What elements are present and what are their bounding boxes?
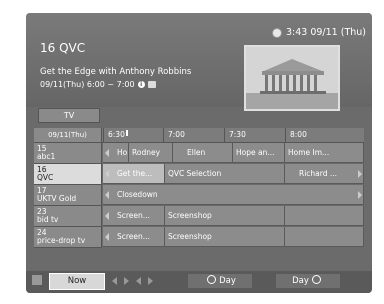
- channel-row: 16 QVC Get the... QVC Selection Richard …: [34, 164, 364, 185]
- channel-name: QVC: [37, 173, 54, 182]
- rotate-right-icon: [311, 275, 321, 284]
- next-day-button[interactable]: Day: [276, 274, 340, 288]
- skip-forward-icon[interactable]: [148, 277, 153, 285]
- clock-icon: [271, 27, 282, 38]
- timeline-date: 09/11(Thu): [34, 128, 102, 142]
- programs: Get the... QVC Selection Richard ...: [103, 164, 364, 185]
- timeline-header: 09/11(Thu) 6:30 7:00 7:30 8:00: [34, 128, 364, 143]
- program-cell-empty[interactable]: [285, 206, 364, 226]
- time-slot: 8:00: [285, 128, 364, 142]
- info-header: 3:43 09/11 (Thu) 16 QVC Get the Edge wit…: [26, 13, 372, 111]
- prev-day-label: Day: [219, 276, 236, 286]
- time-slot: 7:00: [163, 128, 224, 142]
- program-title: Get the Edge with Anthony Robbins: [40, 67, 192, 77]
- tab-tv[interactable]: TV: [38, 108, 100, 123]
- rotate-left-icon: [207, 275, 217, 284]
- program-cell-selected[interactable]: Get the...: [103, 164, 165, 184]
- programs: Closedown: [103, 185, 364, 206]
- program-time-text: 09/11(Thu) 6:00 ~ 7:00: [40, 80, 135, 89]
- channel-cell[interactable]: 16 QVC: [34, 164, 102, 185]
- channel-row: 24 price-drop tv Screen... Screenshop: [34, 227, 364, 248]
- channel-row: 23 bid tv Screen... Screenshop: [34, 206, 364, 227]
- channel-title: 16 QVC: [40, 41, 86, 55]
- program-cell[interactable]: Screen...: [103, 206, 165, 226]
- channel-name: UKTV Gold: [37, 194, 77, 203]
- tv-guide-screen: 3:43 09/11 (Thu) 16 QVC Get the Edge wit…: [26, 13, 372, 293]
- program-cell[interactable]: Ellen: [173, 143, 233, 163]
- parthenon-image: [246, 47, 338, 109]
- info-icon: i: [137, 81, 145, 88]
- play-icon[interactable]: [124, 277, 129, 285]
- programs: Screen... Screenshop: [103, 206, 364, 227]
- channel-cell[interactable]: 23 bid tv: [34, 206, 102, 227]
- channel-cell[interactable]: 24 price-drop tv: [34, 227, 102, 248]
- rewind-icon[interactable]: [112, 277, 117, 285]
- scroll-left-arrow-icon: [105, 191, 109, 199]
- program-cell[interactable]: Closedown: [103, 185, 364, 205]
- program-cell-empty[interactable]: [285, 227, 364, 247]
- programs: Ho... Rodney Ellen Hope an... Home Im...: [103, 143, 364, 164]
- footer-controls: Now Day Day: [26, 271, 372, 293]
- program-cell[interactable]: Screen...: [103, 227, 165, 247]
- skip-back-icon[interactable]: [136, 277, 141, 285]
- program-cell[interactable]: Rodney: [129, 143, 173, 163]
- now-button[interactable]: Now: [49, 273, 105, 290]
- program-cell[interactable]: Screenshop: [165, 206, 285, 226]
- scroll-right-arrow-icon: [358, 170, 362, 178]
- prev-day-button[interactable]: Day: [188, 274, 252, 288]
- program-time: 09/11(Thu) 6:00 ~ 7:00 i: [40, 80, 156, 89]
- scroll-right-arrow-icon: [358, 191, 362, 199]
- program-cell[interactable]: Richard ...: [285, 164, 364, 184]
- guide-mode-icon[interactable]: [32, 275, 42, 285]
- time-slot: 6:30: [103, 128, 163, 142]
- next-day-label: Day: [292, 276, 309, 286]
- clock: 3:43 09/11 (Thu): [271, 27, 366, 38]
- subtitle-icon: [147, 81, 156, 88]
- channel-name: bid tv: [37, 215, 59, 224]
- channel-preview: [244, 45, 340, 111]
- program-cell[interactable]: Hope an...: [233, 143, 285, 163]
- programs: Screen... Screenshop: [103, 227, 364, 248]
- channel-row: 15 abc1 Ho... Rodney Ellen Hope an... Ho…: [34, 143, 364, 164]
- channel-name: abc1: [37, 152, 56, 161]
- current-time-marker: [126, 130, 128, 136]
- program-cell[interactable]: Screenshop: [165, 227, 285, 247]
- scroll-left-arrow-icon: [105, 212, 109, 220]
- program-cell[interactable]: QVC Selection: [165, 164, 285, 184]
- channel-row: 17 UKTV Gold Closedown: [34, 185, 364, 206]
- scroll-left-arrow-icon: [105, 233, 109, 241]
- scroll-left-arrow-icon: [105, 170, 109, 178]
- channel-cell[interactable]: 17 UKTV Gold: [34, 185, 102, 206]
- time-slot: 7:30: [224, 128, 285, 142]
- channel-name: price-drop tv: [37, 236, 86, 245]
- scroll-left-arrow-icon: [105, 149, 109, 157]
- program-cell[interactable]: Home Im...: [285, 143, 364, 163]
- clock-text: 3:43 09/11 (Thu): [285, 27, 366, 38]
- channel-cell[interactable]: 15 abc1: [34, 143, 102, 164]
